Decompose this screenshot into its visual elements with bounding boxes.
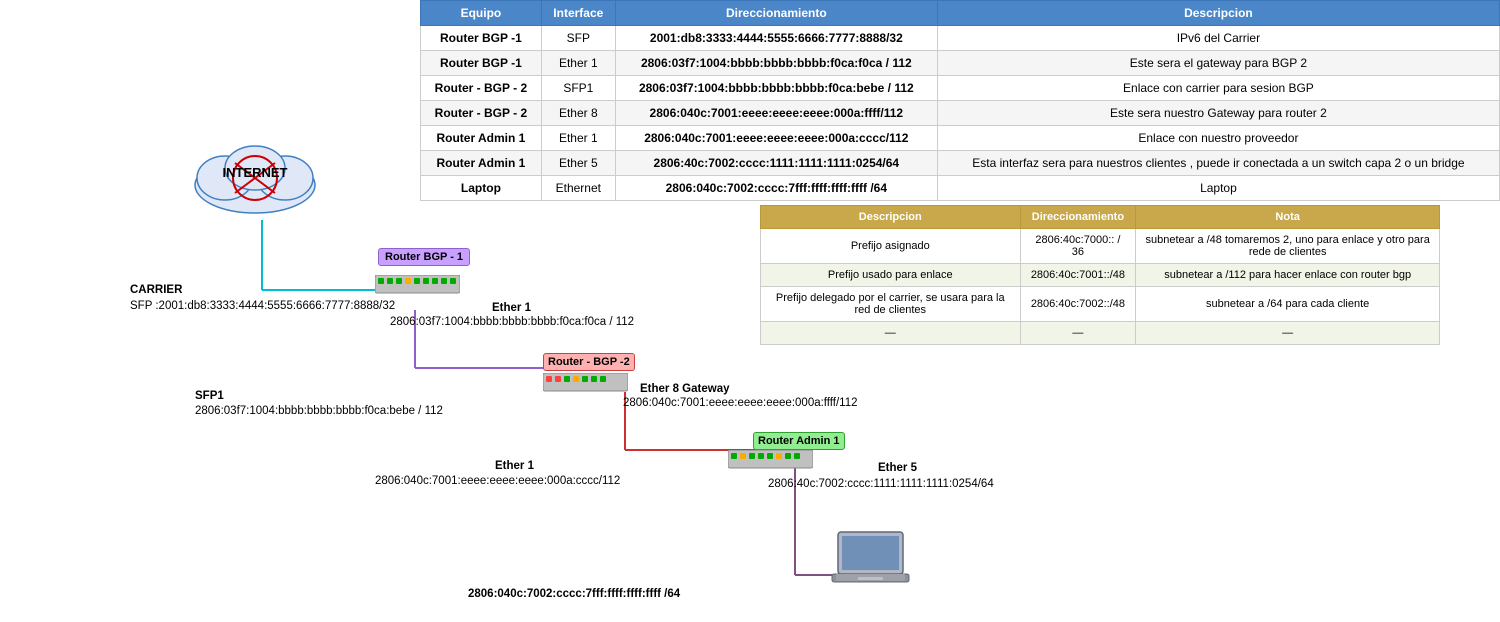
col-header-interface: Interface xyxy=(541,1,615,26)
ether5-label: Ether 5 xyxy=(878,462,917,474)
table-cell: 2806:040c:7001:eeee:eeee:eeee:000a:ffff/… xyxy=(615,101,937,126)
ether5-addr: 2806:40c:7002:cccc:1111:1111:1111:0254/6… xyxy=(768,478,994,490)
table-cell: Laptop xyxy=(937,176,1499,201)
ether1-admin-label: Ether 1 xyxy=(495,460,534,472)
table-cell: SFP xyxy=(541,26,615,51)
col-header-direccionamiento: Direccionamiento xyxy=(615,1,937,26)
internet-label: INTERNET xyxy=(185,165,325,180)
table-cell: Router Admin 1 xyxy=(421,126,542,151)
carrier-sfp-label: SFP :2001:db8:3333:4444:5555:6666:7777:8… xyxy=(130,300,395,312)
table-cell: Prefijo asignado xyxy=(761,229,1021,264)
second-table-section: Descripcion Direccionamiento Nota Prefij… xyxy=(760,205,1440,345)
table-cell: Router BGP -1 xyxy=(421,51,542,76)
ether1-bgp1-label: Ether 1 xyxy=(492,302,531,314)
sfp1-bgp2-label: SFP1 xyxy=(195,390,224,402)
table-row: Router - BGP - 2Ether 82806:040c:7001:ee… xyxy=(421,101,1500,126)
table-cell: Router - BGP - 2 xyxy=(421,101,542,126)
table-cell: Este sera nuestro Gateway para router 2 xyxy=(937,101,1499,126)
ether1-admin-addr: 2806:040c:7001:eeee:eeee:eeee:000a:cccc/… xyxy=(375,475,620,487)
main-table: Equipo Interface Direccionamiento Descri… xyxy=(420,0,1500,201)
ether8-gw-addr: 2806:040c:7001:eeee:eeee:eeee:000a:ffff/… xyxy=(623,397,858,409)
table-cell: Ethernet xyxy=(541,176,615,201)
table-cell: 2001:db8:3333:4444:5555:6666:7777:8888/3… xyxy=(615,26,937,51)
ether1-bgp1-addr: 2806:03f7:1004:bbbb:bbbb:bbbb:f0ca:f0ca … xyxy=(390,316,634,328)
table-cell: Ether 1 xyxy=(541,126,615,151)
table-cell: 2806:40c:7001::/48 xyxy=(1020,264,1136,287)
table-cell: Laptop xyxy=(421,176,542,201)
internet-cloud: INTERNET xyxy=(185,130,325,225)
table-cell: 2806:03f7:1004:bbbb:bbbb:bbbb:f0ca:bebe … xyxy=(615,76,937,101)
router-admin1-box: Router Admin 1 xyxy=(753,432,845,450)
table-cell: Ether 1 xyxy=(541,51,615,76)
table-cell: — xyxy=(761,322,1021,345)
table-row: Router Admin 1Ether 52806:40c:7002:cccc:… xyxy=(421,151,1500,176)
sfp1-bgp2-addr: 2806:03f7:1004:bbbb:bbbb:bbbb:f0ca:bebe … xyxy=(195,405,443,417)
table-cell: subnetear a /64 para cada cliente xyxy=(1136,287,1440,322)
table-row: Router Admin 1Ether 12806:040c:7001:eeee… xyxy=(421,126,1500,151)
router-bgp2-box: Router - BGP -2 xyxy=(543,353,635,371)
col2-header-nota: Nota xyxy=(1136,206,1440,229)
table-cell: Router BGP -1 xyxy=(421,26,542,51)
table-cell: 2806:040c:7002:cccc:7fff:ffff:ffff:ffff … xyxy=(615,176,937,201)
col-header-descripcion: Descripcion xyxy=(937,1,1499,26)
table-cell: Esta interfaz sera para nuestros cliente… xyxy=(937,151,1499,176)
table-cell: 2806:040c:7001:eeee:eeee:eeee:000a:cccc/… xyxy=(615,126,937,151)
table-row: Prefijo usado para enlace2806:40c:7001::… xyxy=(761,264,1440,287)
table-cell: SFP1 xyxy=(541,76,615,101)
router-bgp1-device xyxy=(375,275,460,302)
table-cell: Ether 8 xyxy=(541,101,615,126)
router-admin1-device xyxy=(728,450,813,477)
table-cell: subnetear a /48 tomaremos 2, uno para en… xyxy=(1136,229,1440,264)
ether8-gw-label: Ether 8 Gateway xyxy=(640,383,729,395)
main-table-section: Equipo Interface Direccionamiento Descri… xyxy=(420,0,1500,201)
table-row: Router BGP -1SFP2001:db8:3333:4444:5555:… xyxy=(421,26,1500,51)
col-header-equipo: Equipo xyxy=(421,1,542,26)
table-cell: subnetear a /112 para hacer enlace con r… xyxy=(1136,264,1440,287)
table-row: ——— xyxy=(761,322,1440,345)
table-cell: 2806:40c:7002::/48 xyxy=(1020,287,1136,322)
second-table: Descripcion Direccionamiento Nota Prefij… xyxy=(760,205,1440,345)
router-bgp1-label: Router BGP - 1 xyxy=(385,251,463,263)
table-row: LaptopEthernet2806:040c:7002:cccc:7fff:f… xyxy=(421,176,1500,201)
table-row: Router BGP -1Ether 12806:03f7:1004:bbbb:… xyxy=(421,51,1500,76)
table-cell: 2806:40c:7002:cccc:1111:1111:1111:0254/6… xyxy=(615,151,937,176)
table-cell: Enlace con nuestro proveedor xyxy=(937,126,1499,151)
table-row: Prefijo asignado2806:40c:7000:: / 36subn… xyxy=(761,229,1440,264)
table-cell: Ether 5 xyxy=(541,151,615,176)
router-bgp2-label: Router - BGP -2 xyxy=(548,356,630,368)
table-cell: — xyxy=(1136,322,1440,345)
table-cell: Enlace con carrier para sesion BGP xyxy=(937,76,1499,101)
col2-header-dir: Direccionamiento xyxy=(1020,206,1136,229)
col2-header-desc: Descripcion xyxy=(761,206,1021,229)
table-row: Router - BGP - 2SFP12806:03f7:1004:bbbb:… xyxy=(421,76,1500,101)
router-bgp2-device xyxy=(543,373,628,400)
table-cell: 2806:03f7:1004:bbbb:bbbb:bbbb:f0ca:f0ca … xyxy=(615,51,937,76)
table-cell: Este sera el gateway para BGP 2 xyxy=(937,51,1499,76)
router-admin1-label: Router Admin 1 xyxy=(758,435,840,447)
laptop-icon xyxy=(828,530,918,605)
router-bgp1-box: Router BGP - 1 xyxy=(378,248,470,266)
table-cell: — xyxy=(1020,322,1136,345)
table-cell: 2806:40c:7000:: / 36 xyxy=(1020,229,1136,264)
table-cell: Prefijo usado para enlace xyxy=(761,264,1021,287)
table-cell: Router - BGP - 2 xyxy=(421,76,542,101)
table-cell: Router Admin 1 xyxy=(421,151,542,176)
carrier-label: CARRIER xyxy=(130,284,182,296)
table-cell: IPv6 del Carrier xyxy=(937,26,1499,51)
laptop-addr-label: 2806:040c:7002:cccc:7fff:ffff:ffff:ffff … xyxy=(468,588,680,600)
table-cell: Prefijo delegado por el carrier, se usar… xyxy=(761,287,1021,322)
table-row: Prefijo delegado por el carrier, se usar… xyxy=(761,287,1440,322)
